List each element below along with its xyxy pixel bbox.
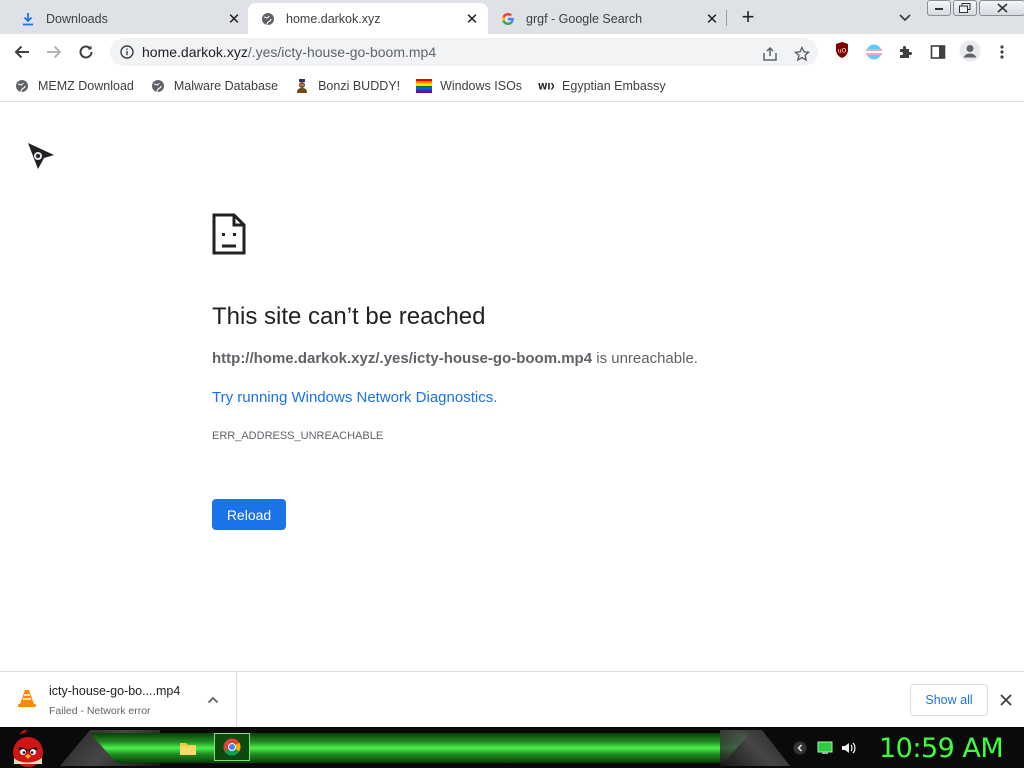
globe-icon: [14, 78, 30, 94]
side-panel-icon[interactable]: [929, 43, 947, 61]
chevron-down-icon[interactable]: [896, 8, 914, 26]
tray-chevron-icon[interactable]: [792, 741, 808, 755]
close-icon[interactable]: ✕: [702, 9, 722, 29]
error-title: This site can’t be reached: [212, 303, 486, 330]
bookmark-label: Bonzi BUDDY!: [318, 78, 401, 93]
vlc-cone-icon: [18, 688, 36, 713]
unreachable-text: is unreachable.: [592, 350, 698, 367]
address-bar[interactable]: home.darkok.xyz/.yes/icty-house-go-boom.…: [110, 38, 818, 66]
close-icon[interactable]: ✕: [462, 9, 482, 29]
menu-dots-icon[interactable]: [993, 43, 1011, 61]
bookmark-label: Egyptian Embassy: [562, 78, 666, 93]
taskbar: 10:59 AM: [0, 727, 1024, 768]
star-icon[interactable]: [792, 44, 812, 64]
chevron-up-icon[interactable]: [205, 692, 221, 708]
window-controls: [927, 0, 1024, 16]
tab-home-darkok[interactable]: home.darkok.xyz ✕: [248, 3, 488, 34]
forward-button[interactable]: [42, 40, 66, 64]
error-code: ERR_ADDRESS_UNREACHABLE: [212, 430, 384, 442]
bookmark-egyptian-embassy[interactable]: WIX Egyptian Embassy: [538, 78, 666, 94]
mouse-cursor-icon: [26, 141, 56, 176]
minimize-button[interactable]: [927, 0, 951, 16]
flag-extension-icon[interactable]: [865, 43, 883, 61]
tab-google-search[interactable]: grgf - Google Search ✕: [488, 3, 726, 34]
download-shelf: icty-house-go-bo....mp4 Failed - Network…: [0, 671, 1024, 728]
bookmark-label: MEMZ Download: [38, 78, 134, 93]
reload-icon[interactable]: [74, 40, 98, 64]
download-item[interactable]: icty-house-go-bo....mp4 Failed - Network…: [0, 672, 237, 728]
url-text: home.darkok.xyz/.yes/icty-house-go-boom.…: [142, 44, 436, 60]
tab-downloads[interactable]: Downloads ✕: [8, 3, 244, 34]
tab-title: grgf - Google Search: [526, 11, 643, 26]
globe-icon: [260, 11, 276, 27]
url-host: home.darkok.xyz: [142, 44, 248, 60]
error-detail: http://home.darkok.xyz/.yes/icty-house-g…: [212, 350, 698, 367]
angry-bird-icon[interactable]: [6, 728, 48, 768]
bookmark-label: Windows ISOs: [440, 78, 523, 93]
svg-text:uO: uO: [838, 48, 847, 55]
window-close-button[interactable]: [979, 0, 1024, 16]
tab-strip: Downloads ✕ home.darkok.xyz ✕ grgf - Goo…: [0, 0, 1024, 34]
download-icon: [20, 11, 36, 27]
error-url: http://home.darkok.xyz/.yes/icty-house-g…: [212, 350, 593, 367]
close-icon[interactable]: [996, 690, 1016, 710]
close-icon[interactable]: ✕: [224, 9, 244, 29]
puzzle-icon[interactable]: [897, 43, 915, 61]
bookmarks-bar: MEMZ Download Malware Database Bonzi BUD…: [0, 70, 1024, 102]
bookmark-label: Malware Database: [173, 78, 279, 93]
back-button[interactable]: [10, 40, 34, 64]
globe-icon: [150, 78, 166, 94]
download-status: Failed - Network error: [49, 705, 151, 717]
page-content: This site can’t be reached http://home.d…: [0, 103, 1024, 671]
download-filename: icty-house-go-bo....mp4: [49, 684, 181, 698]
share-icon[interactable]: [760, 44, 780, 64]
new-tab-button[interactable]: +: [736, 6, 760, 30]
folder-icon[interactable]: [175, 735, 201, 761]
chrome-icon[interactable]: [214, 733, 250, 761]
rainbow-flag-icon: [416, 78, 433, 94]
network-icon[interactable]: [817, 741, 833, 755]
volume-icon[interactable]: [841, 741, 857, 755]
wix-icon: WIX: [538, 78, 554, 94]
bonzi-icon: [294, 78, 310, 94]
ublock-icon[interactable]: uO: [833, 41, 851, 59]
diagnostics-link[interactable]: Try running Windows Network Diagnostics.: [212, 389, 497, 406]
url-path: /.yes/icty-house-go-boom.mp4: [247, 44, 437, 60]
taskbar-decoration: [720, 730, 790, 766]
tab-separator: [726, 10, 727, 26]
sad-page-icon: [212, 213, 246, 260]
tab-title: Downloads: [46, 11, 108, 26]
google-icon: [500, 11, 516, 27]
bookmark-malware-database[interactable]: Malware Database: [150, 78, 278, 94]
restore-button[interactable]: [953, 0, 977, 16]
profile-avatar-icon[interactable]: [959, 40, 981, 62]
tab-title: home.darkok.xyz: [286, 11, 381, 26]
show-all-button[interactable]: Show all: [910, 684, 988, 716]
bookmark-windows-isos[interactable]: Windows ISOs: [416, 78, 522, 94]
svg-text:WIX: WIX: [538, 82, 554, 91]
toolbar: home.darkok.xyz/.yes/icty-house-go-boom.…: [0, 34, 1024, 70]
taskbar-clock[interactable]: 10:59 AM: [879, 733, 1004, 764]
bookmark-memz-download[interactable]: MEMZ Download: [14, 78, 134, 94]
info-icon[interactable]: [118, 45, 136, 59]
bookmark-bonzi-buddy[interactable]: Bonzi BUDDY!: [294, 78, 400, 94]
reload-button[interactable]: Reload: [212, 499, 286, 530]
